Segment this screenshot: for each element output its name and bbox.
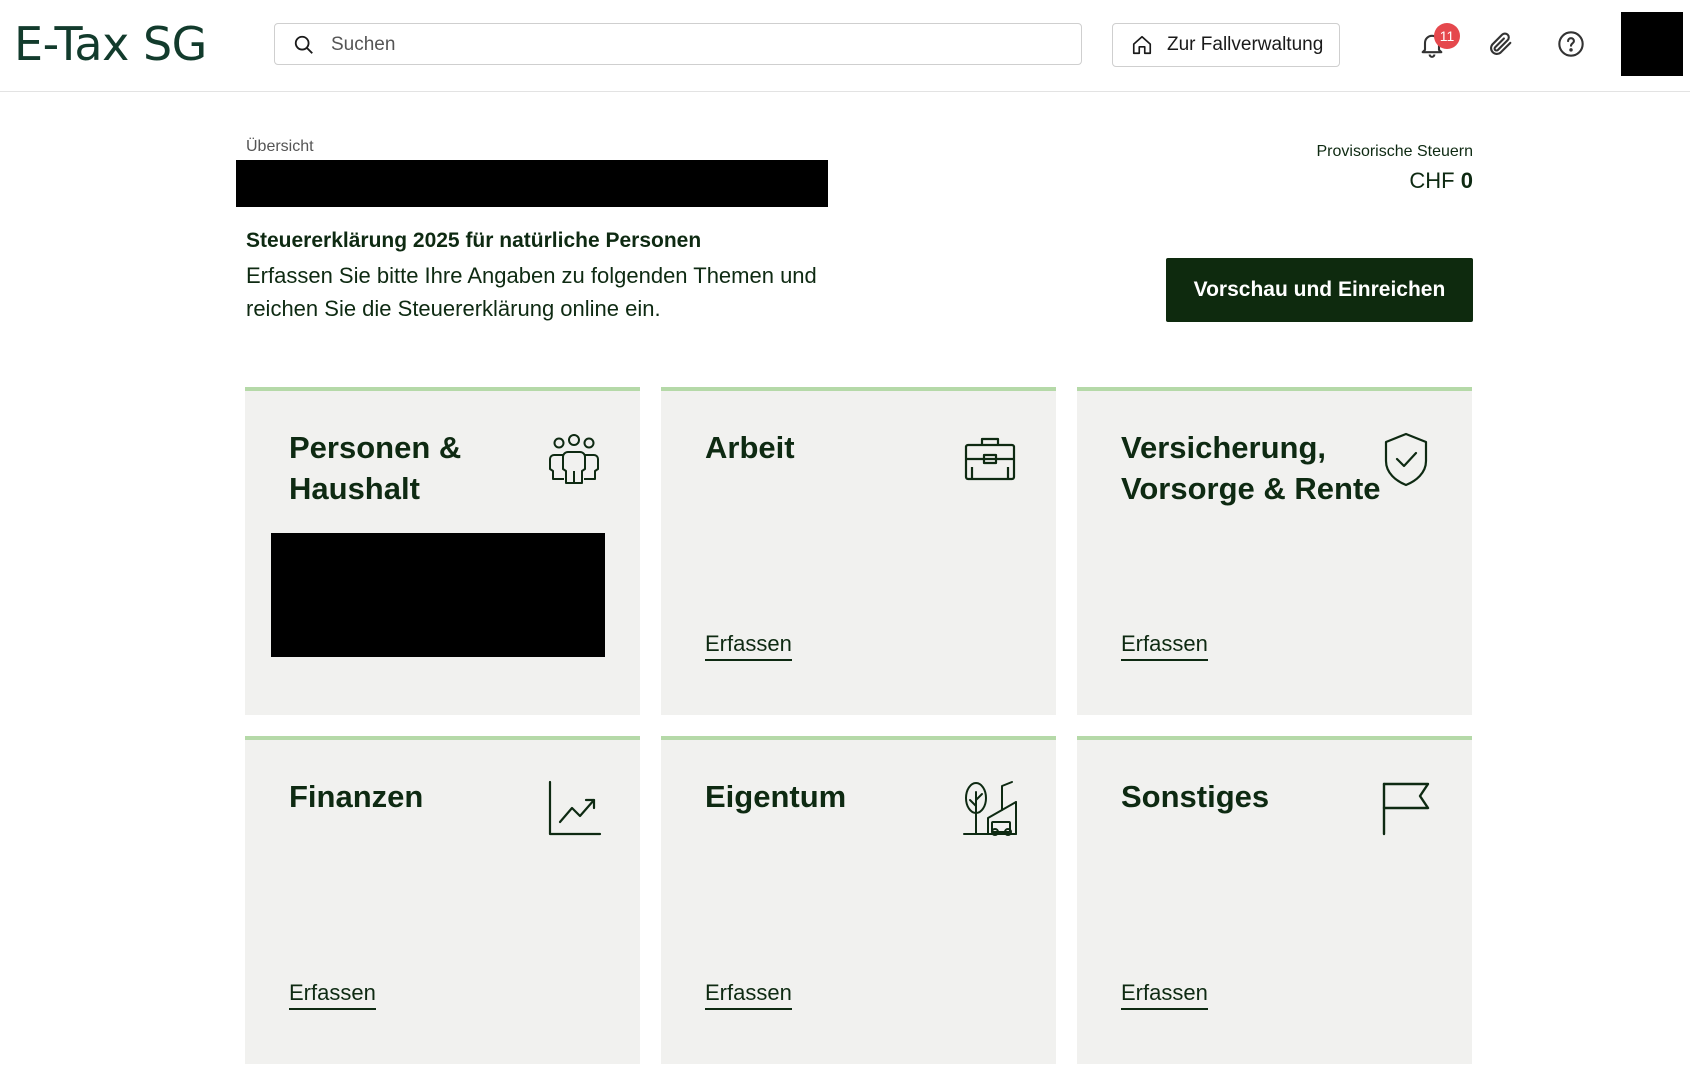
- tax-return-heading: Steuererklärung 2025 für natürliche Pers…: [246, 229, 702, 252]
- card-title: Versicherung, Vorsorge & Rente: [1121, 430, 1381, 506]
- card-link-erfassen[interactable]: Erfassen: [705, 631, 792, 661]
- card-title: Eigentum: [705, 779, 847, 814]
- card-link-erfassen[interactable]: Erfassen: [1121, 980, 1208, 1010]
- card-title: Arbeit: [705, 430, 795, 465]
- card-versicherung[interactable]: Versicherung, Vorsorge & Rente Erfassen: [1077, 387, 1472, 715]
- card-title: Personen & Haushalt: [289, 430, 462, 506]
- amount-value: 0: [1460, 168, 1473, 193]
- card-title: Sonstiges: [1121, 779, 1270, 814]
- case-management-label: Zur Fallverwaltung: [1167, 34, 1324, 55]
- help-icon: [1558, 31, 1584, 57]
- user-avatar[interactable]: [1621, 12, 1683, 76]
- home-icon: [1132, 35, 1152, 55]
- breadcrumb[interactable]: Übersicht: [246, 138, 314, 156]
- card-eigentum[interactable]: Eigentum Erfassen: [661, 736, 1056, 1064]
- shield-check-icon: [1384, 432, 1428, 487]
- provisional-taxes-label: Provisorische Steuern: [1316, 143, 1473, 160]
- case-management-button[interactable]: Zur Fallverwaltung: [1112, 23, 1340, 67]
- flag-icon: [1382, 782, 1430, 836]
- currency-label: CHF: [1409, 168, 1455, 193]
- card-arbeit[interactable]: Arbeit Erfassen: [661, 387, 1056, 715]
- card-link-erfassen[interactable]: Erfassen: [1121, 631, 1208, 661]
- preview-and-submit-button[interactable]: Vorschau und Einreichen: [1166, 258, 1473, 322]
- chart-up-icon: [548, 780, 602, 836]
- briefcase-icon: [964, 437, 1016, 481]
- top-header: E-Tax SG Zur Fallverwaltung 11: [0, 0, 1690, 92]
- card-sonstiges[interactable]: Sonstiges Erfassen: [1077, 736, 1472, 1064]
- search-input[interactable]: [329, 30, 1053, 60]
- property-icon: [963, 781, 1017, 836]
- card-link-erfassen[interactable]: Erfassen: [289, 980, 376, 1010]
- help-button[interactable]: [1551, 24, 1591, 64]
- card-personen-haushalt[interactable]: Personen & Haushalt: [245, 387, 640, 715]
- search-box[interactable]: [274, 23, 1082, 65]
- paperclip-icon: [1490, 32, 1512, 55]
- notifications-button[interactable]: 11: [1412, 23, 1460, 64]
- people-icon: [549, 434, 599, 484]
- attachments-button[interactable]: [1481, 24, 1521, 64]
- card-link-erfassen[interactable]: Erfassen: [705, 980, 792, 1010]
- notification-badge: 11: [1434, 23, 1460, 49]
- search-icon: [294, 35, 313, 54]
- redacted-page-title: [236, 160, 828, 207]
- card-finanzen[interactable]: Finanzen Erfassen: [245, 736, 640, 1064]
- card-title: Finanzen: [289, 779, 424, 814]
- app-logo[interactable]: E-Tax SG: [14, 16, 207, 72]
- provisional-taxes-amount: CHF 0: [1409, 168, 1473, 194]
- tax-return-description: Erfassen Sie bitte Ihre Angaben zu folge…: [246, 263, 817, 321]
- redacted-content: [271, 533, 605, 657]
